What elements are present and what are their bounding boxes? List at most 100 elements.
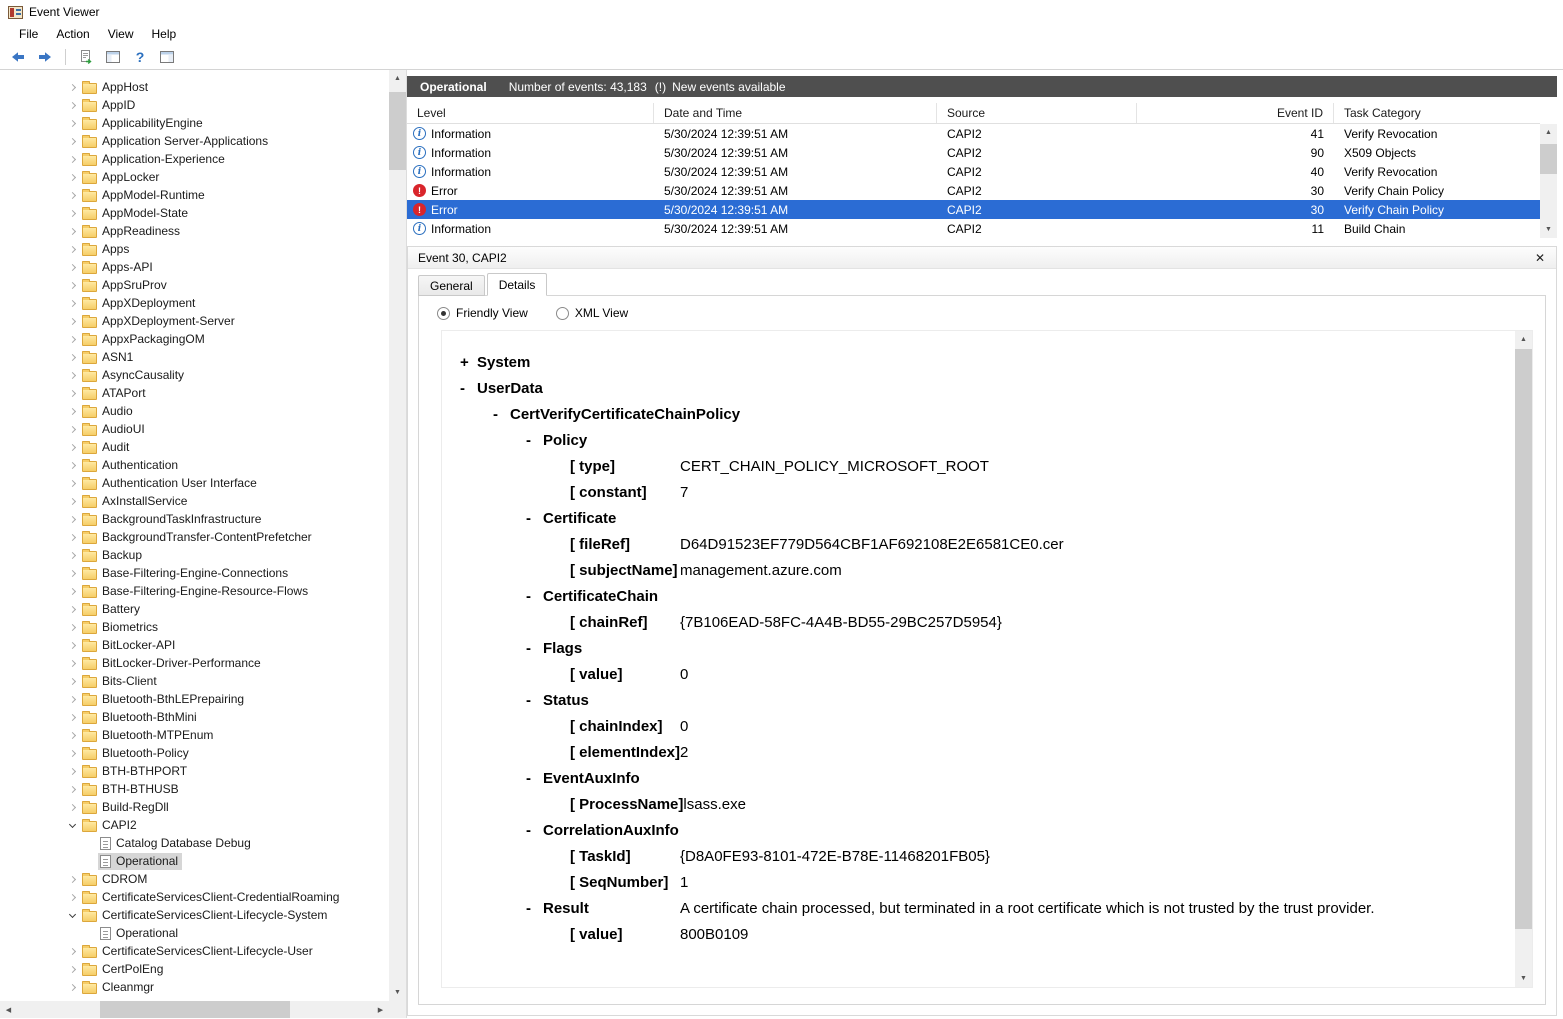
tree-item[interactable]: Backup [0,546,389,564]
chevron-icon[interactable] [64,673,80,689]
chevron-icon[interactable] [64,655,80,671]
expand-toggle[interactable]: - [526,588,543,605]
tree-item[interactable]: CDROM [0,870,389,888]
scroll-up-button[interactable]: ▲ [389,70,406,87]
tree-item[interactable]: Cleanmgr [0,978,389,996]
tree-item[interactable]: Application-Experience [0,150,389,168]
tree-item[interactable]: ASN1 [0,348,389,366]
column-header-task-category[interactable]: Task Category [1334,103,1540,123]
chevron-icon[interactable] [64,259,80,275]
tree-item[interactable]: Base-Filtering-Engine-Resource-Flows [0,582,389,600]
tree-vertical-scrollbar[interactable]: ▲ ▼ [389,70,406,1001]
tree-item[interactable]: AsyncCausality [0,366,389,384]
tree-item[interactable]: Authentication User Interface [0,474,389,492]
radio-selected-icon[interactable] [437,306,450,320]
chevron-icon[interactable] [64,529,80,545]
chevron-icon[interactable] [64,601,80,617]
chevron-icon[interactable] [64,205,80,221]
tree-item[interactable]: AppXDeployment [0,294,389,312]
tree-item[interactable]: BitLocker-Driver-Performance [0,654,389,672]
event-row[interactable]: ! Error 5/30/2024 12:39:51 AM CAPI2 30 V… [407,200,1540,219]
tree-item[interactable]: BackgroundTransfer-ContentPrefetcher [0,528,389,546]
tree-item[interactable]: BitLocker-API [0,636,389,654]
chevron-icon[interactable] [64,745,80,761]
tree-horizontal-scrollbar[interactable]: ◀ ▶ [0,1001,389,1018]
close-icon[interactable]: ✕ [1532,250,1548,266]
tree-item[interactable]: Build-RegDll [0,798,389,816]
expand-toggle[interactable]: + [460,354,477,371]
tree-item[interactable]: AppXDeployment-Server [0,312,389,330]
chevron-icon[interactable] [64,799,80,815]
chevron-icon[interactable] [64,133,80,149]
scroll-down-button[interactable]: ▼ [1515,970,1532,987]
column-header-source[interactable]: Source [937,103,1137,123]
scroll-thumb[interactable] [389,92,406,170]
tree-item[interactable]: Bluetooth-BthLEPrepairing [0,690,389,708]
expand-toggle[interactable]: - [460,380,477,397]
help-button[interactable]: ? [128,46,152,68]
friendly-view-scrollbar[interactable]: ▲ ▼ [1515,331,1532,987]
expand-toggle[interactable]: - [526,432,543,449]
event-row[interactable]: ! Error 5/30/2024 12:39:51 AM CAPI2 30 V… [407,181,1540,200]
tree-item[interactable]: Apps-API [0,258,389,276]
tree-item[interactable]: CAPI2 [0,816,389,834]
chevron-icon[interactable] [64,97,80,113]
friendly-view-option[interactable]: Friendly View [437,306,528,320]
xml-view-option[interactable]: XML View [555,306,628,320]
scroll-up-button[interactable]: ▲ [1515,331,1532,348]
column-header-date-time[interactable]: Date and Time [654,103,937,123]
expand-toggle[interactable]: - [493,406,510,423]
chevron-icon[interactable] [64,79,80,95]
scroll-thumb[interactable] [100,1001,290,1018]
scroll-up-button[interactable]: ▲ [1540,124,1557,141]
tree-item[interactable]: Bluetooth-Policy [0,744,389,762]
tree-item[interactable]: BTH-BTHUSB [0,780,389,798]
scroll-thumb[interactable] [1540,144,1557,174]
chevron-icon[interactable] [64,349,80,365]
chevron-icon[interactable] [64,943,80,959]
tree-item[interactable]: CertificateServicesClient-Lifecycle-Syst… [0,906,389,924]
menu-view[interactable]: View [99,25,143,43]
tree-item[interactable]: AppxPackagingOM [0,330,389,348]
chevron-icon[interactable] [64,889,80,905]
event-list-scrollbar[interactable]: ▲ ▼ [1540,124,1557,238]
tree-item[interactable]: AppModel-Runtime [0,186,389,204]
chevron-icon[interactable] [64,313,80,329]
tree-item[interactable]: AudioUI [0,420,389,438]
tree-item[interactable]: AppReadiness [0,222,389,240]
chevron-icon[interactable] [64,709,80,725]
tree-item[interactable]: CertificateServicesClient-Lifecycle-User [0,942,389,960]
chevron-icon[interactable] [64,871,80,887]
chevron-icon[interactable] [64,475,80,491]
chevron-icon[interactable] [64,565,80,581]
chevron-icon[interactable] [64,241,80,257]
chevron-icon[interactable] [64,691,80,707]
scroll-thumb[interactable] [1515,349,1532,929]
chevron-icon[interactable] [64,331,80,347]
expand-toggle[interactable]: - [526,900,543,917]
tree-item[interactable]: Operational [0,852,389,870]
chevron-icon[interactable] [64,151,80,167]
event-row[interactable]: i Information 5/30/2024 12:39:51 AM CAPI… [407,124,1540,143]
tree-item[interactable]: AppLocker [0,168,389,186]
tree-item[interactable]: CertificateServicesClient-CredentialRoam… [0,888,389,906]
tree-item[interactable]: Apps [0,240,389,258]
chevron-icon[interactable] [64,583,80,599]
scroll-left-button[interactable]: ◀ [0,1001,17,1018]
export-button[interactable] [74,46,98,68]
chevron-icon[interactable] [64,511,80,527]
expand-toggle[interactable]: - [526,640,543,657]
tree-item[interactable]: BTH-BTHPORT [0,762,389,780]
chevron-icon[interactable] [64,169,80,185]
radio-unselected-icon[interactable] [555,306,569,320]
scroll-down-button[interactable]: ▼ [1540,221,1557,238]
tab-details[interactable]: Details [486,273,548,296]
tree-item[interactable]: Bluetooth-MTPEnum [0,726,389,744]
action-pane-toggle-button[interactable] [155,46,179,68]
chevron-icon[interactable] [64,277,80,293]
chevron-icon[interactable] [64,781,80,797]
scroll-down-button[interactable]: ▼ [389,984,406,1001]
friendly-view-label[interactable]: Friendly View [456,306,528,320]
back-button[interactable] [6,46,30,68]
event-row[interactable]: i Information 5/30/2024 12:39:51 AM CAPI… [407,162,1540,181]
